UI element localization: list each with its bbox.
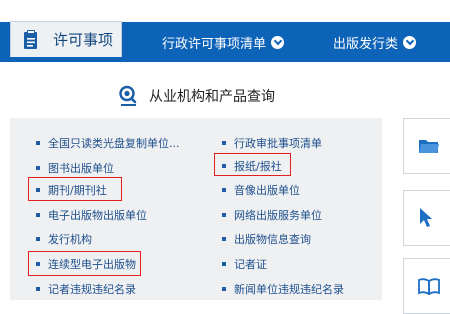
list-item-label: 记者证 bbox=[234, 258, 267, 271]
bullet-icon bbox=[222, 141, 226, 145]
highlight-box bbox=[28, 177, 122, 201]
cursor-icon bbox=[420, 208, 432, 227]
folder-icon bbox=[419, 140, 439, 153]
book-icon bbox=[418, 278, 440, 295]
quick-link-card[interactable] bbox=[403, 190, 450, 246]
list-item-label: 音像出版单位 bbox=[234, 184, 300, 197]
list-item-label: 网络出版服务单位 bbox=[234, 209, 322, 222]
bullet-icon bbox=[36, 287, 40, 291]
bullet-icon bbox=[222, 262, 226, 266]
list-item[interactable]: 全国只读类光盘复制单位... bbox=[36, 134, 180, 152]
tab-admin-license-list-label: 行政许可事项清单 bbox=[162, 36, 267, 52]
bullet-icon bbox=[222, 188, 226, 192]
list-item-label: 新闻单位违规违纪名录 bbox=[234, 283, 344, 296]
list-item[interactable]: 音像出版单位 bbox=[222, 181, 300, 199]
list-item-label: 图书出版单位 bbox=[48, 162, 114, 175]
highlight-box bbox=[214, 153, 291, 176]
list-item[interactable]: 记者违规违纪名录 bbox=[36, 280, 136, 298]
bullet-icon bbox=[222, 213, 226, 217]
list-item[interactable]: 图书出版单位 bbox=[36, 159, 114, 177]
tab-publishing[interactable]: 出版发行类 bbox=[333, 30, 417, 54]
bullet-icon bbox=[222, 237, 226, 241]
bullet-icon bbox=[36, 141, 40, 145]
quick-link-card[interactable] bbox=[403, 258, 450, 314]
list-item[interactable]: 发行机构 bbox=[36, 230, 92, 248]
list-item[interactable]: 新闻单位违规违纪名录 bbox=[222, 280, 344, 298]
list-item-label: 记者违规违纪名录 bbox=[48, 283, 136, 296]
tab-admin-license-list[interactable]: 行政许可事项清单 bbox=[162, 30, 285, 54]
search-icon bbox=[119, 85, 137, 106]
chevron-down-icon bbox=[403, 35, 417, 49]
document-icon bbox=[24, 29, 37, 49]
bullet-icon bbox=[36, 166, 40, 170]
panel-gap bbox=[386, 118, 400, 300]
list-item[interactable]: 电子出版物出版单位 bbox=[36, 206, 147, 224]
quick-link-card[interactable] bbox=[403, 118, 450, 174]
list-item[interactable]: 记者证 bbox=[222, 255, 267, 273]
list-item-label: 全国只读类光盘复制单位... bbox=[48, 137, 180, 150]
bullet-icon bbox=[36, 213, 40, 217]
section-heading: 从业机构和产品查询 bbox=[118, 84, 275, 108]
list-item[interactable]: 出版物信息查询 bbox=[222, 230, 311, 248]
list-item-label: 出版物信息查询 bbox=[234, 233, 311, 246]
list-item-label: 电子出版物出版单位 bbox=[48, 209, 147, 222]
list-item[interactable]: 网络出版服务单位 bbox=[222, 206, 322, 224]
list-item-label: 发行机构 bbox=[48, 233, 92, 246]
tab-license-items[interactable]: 许可事项 bbox=[10, 21, 122, 57]
tab-publishing-label: 出版发行类 bbox=[333, 36, 399, 52]
bullet-icon bbox=[222, 287, 226, 291]
highlight-box bbox=[28, 251, 141, 276]
section-heading-label: 从业机构和产品查询 bbox=[149, 89, 275, 105]
bullet-icon bbox=[36, 237, 40, 241]
tab-license-items-label: 许可事项 bbox=[53, 31, 114, 49]
chevron-down-icon bbox=[271, 35, 285, 49]
list-item-label: 行政审批事项清单 bbox=[234, 137, 322, 150]
list-item[interactable]: 行政审批事项清单 bbox=[222, 134, 322, 152]
